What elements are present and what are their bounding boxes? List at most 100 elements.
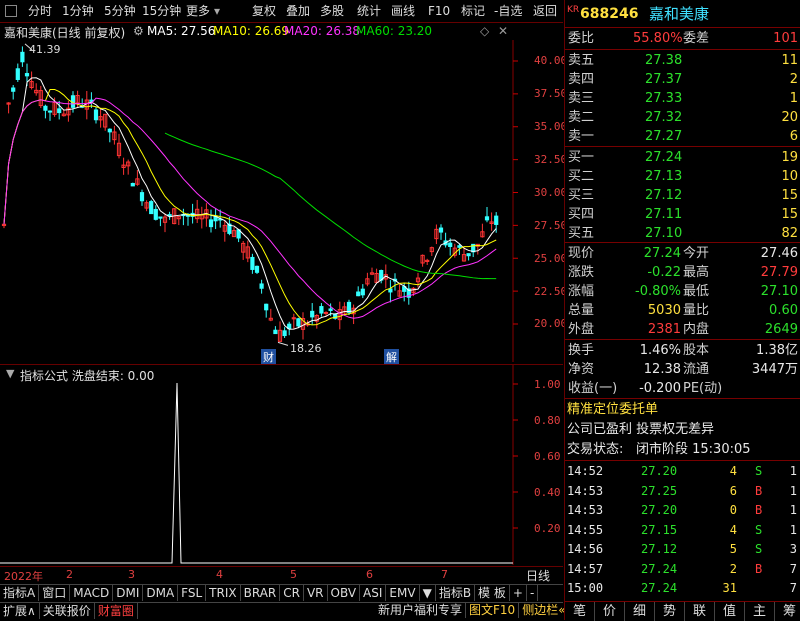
notice-precise-order[interactable]: 精准定位委托单 <box>567 400 658 419</box>
price-tick: 27.50 <box>534 219 568 232</box>
tab-cr[interactable]: CR <box>280 585 304 601</box>
stat-label: 今开 <box>683 246 710 261</box>
tab-expand[interactable]: 扩展∧ <box>0 603 40 619</box>
tab-more-icon[interactable]: ▼ <box>420 585 436 601</box>
square-icon[interactable] <box>5 5 17 17</box>
bid-row[interactable]: 买五 27.10 82 <box>565 224 800 243</box>
bid-row[interactable]: 买四 27.11 15 <box>565 205 800 224</box>
bid-volume: 10 <box>781 169 798 184</box>
tab-brar[interactable]: BRAR <box>241 585 281 601</box>
bid-row[interactable]: 买三 27.12 15 <box>565 186 800 205</box>
trade-price: 27.20 <box>641 503 678 517</box>
ask-row[interactable]: 卖一 27.27 6 <box>565 127 800 146</box>
ask-price: 27.27 <box>645 129 683 144</box>
tab-window[interactable]: 窗口 <box>39 585 71 601</box>
tab-obv[interactable]: OBV <box>328 585 361 601</box>
tab-value[interactable]: 值 <box>715 602 745 621</box>
tab-fsl[interactable]: FSL <box>178 585 207 601</box>
tab-detail[interactable]: 细 <box>625 602 655 621</box>
tab-ticks[interactable]: 笔 <box>565 602 595 621</box>
candle-body <box>254 265 260 273</box>
tab-price[interactable]: 价 <box>595 602 625 621</box>
settings-icon[interactable]: ⚙ <box>133 24 144 38</box>
toolbar-intraday[interactable]: 分时 <box>28 3 52 19</box>
fundamental-label: 净资 <box>568 362 595 377</box>
tab-main[interactable]: 主 <box>745 602 775 621</box>
ask-label: 卖五 <box>568 53 595 68</box>
stat-label: 现价 <box>568 246 595 261</box>
toolbar-watchlist[interactable]: -自选 <box>494 3 522 19</box>
close-icon[interactable]: ✕ <box>498 24 508 38</box>
candle-body <box>153 208 158 220</box>
tab-linked[interactable]: 联 <box>685 602 715 621</box>
indicator-chart[interactable] <box>0 365 563 565</box>
chevron-down-icon[interactable]: ▾ <box>214 3 220 19</box>
tab-related-quotes[interactable]: 关联报价 <box>40 603 95 619</box>
event-financial[interactable]: 财 <box>261 349 276 365</box>
trade-count: 7 <box>789 561 797 576</box>
notice-company-profit: 公司已盈利 投票权无差异 <box>567 422 715 437</box>
stock-name[interactable]: 嘉和美康 <box>649 3 709 25</box>
candle-body <box>323 312 329 315</box>
tab-indicator-a[interactable]: 指标A <box>0 585 40 601</box>
candle-body <box>360 288 365 296</box>
fundamental-value: -0.200 <box>639 381 681 396</box>
price-tick: 20.00 <box>534 317 568 330</box>
ask-row[interactable]: 卖四 27.37 2 <box>565 70 800 89</box>
candle-body <box>466 253 471 257</box>
ask-row[interactable]: 卖三 27.33 1 <box>565 89 800 108</box>
tab-indicator-b[interactable]: 指标B <box>436 585 476 601</box>
period-label[interactable]: 日线 <box>526 567 550 584</box>
ask-label: 卖三 <box>568 91 595 106</box>
bid-row[interactable]: 买二 27.13 10 <box>565 167 800 186</box>
tab-wealth-circle[interactable]: 财富圈 <box>95 603 138 619</box>
stat-row: 涨跌 -0.22 最高 27.79 <box>565 263 800 282</box>
price-chart[interactable] <box>0 40 563 362</box>
tab-chips[interactable]: 筹 <box>775 602 800 621</box>
high-annotation: 41.39 <box>29 43 61 56</box>
candle-body <box>93 109 99 121</box>
tab-dma[interactable]: DMA <box>143 585 179 601</box>
candle-body <box>264 303 269 311</box>
toolbar-mark[interactable]: 标记 <box>461 3 485 19</box>
tab-new-user-benefit[interactable]: 新用户福利专享 <box>375 602 467 618</box>
zoom-out-button[interactable]: - <box>527 585 539 601</box>
toolbar-15min[interactable]: 15分钟 <box>142 3 181 19</box>
toolbar-adjust[interactable]: 复权 <box>252 3 276 19</box>
ask-row[interactable]: 卖二 27.32 20 <box>565 108 800 127</box>
tab-dmi[interactable]: DMI <box>113 585 144 601</box>
candle-body <box>282 330 287 337</box>
fundamental-row: 净资 12.38 流通 3447万 <box>565 360 800 379</box>
bid-row[interactable]: 买一 27.24 19 <box>565 148 800 167</box>
diamond-icon[interactable]: ◇ <box>480 24 489 38</box>
tab-template[interactable]: 模 板 <box>475 585 510 601</box>
toolbar-back[interactable]: 返回 <box>533 3 557 19</box>
zoom-in-button[interactable]: + <box>510 585 527 601</box>
stat-label: 最高 <box>683 265 710 280</box>
stat-row: 涨幅 -0.80% 最低 27.10 <box>565 282 800 301</box>
toolbar-overlay[interactable]: 叠加 <box>286 3 310 19</box>
tab-emv[interactable]: EMV <box>386 585 420 601</box>
toolbar-f10[interactable]: F10 <box>428 3 450 19</box>
toolbar-1min[interactable]: 1分钟 <box>62 3 94 19</box>
tab-f10-graphic[interactable]: 图文F10 <box>466 602 520 618</box>
time-label: 2 <box>66 568 73 581</box>
candle-body <box>20 51 25 63</box>
toolbar-multi[interactable]: 多股 <box>320 3 344 19</box>
tab-trix[interactable]: TRIX <box>206 585 241 601</box>
toolbar-draw[interactable]: 画线 <box>391 3 415 19</box>
toolbar-stats[interactable]: 统计 <box>357 3 381 19</box>
event-unlock[interactable]: 解 <box>384 349 399 365</box>
ask-volume: 11 <box>781 53 798 68</box>
candle-body <box>130 182 135 187</box>
ask-price: 27.37 <box>645 72 683 87</box>
fundamental-label: 换手 <box>568 343 595 358</box>
tab-vr[interactable]: VR <box>304 585 328 601</box>
toolbar-5min[interactable]: 5分钟 <box>104 3 136 19</box>
tab-macd[interactable]: MACD <box>70 585 114 601</box>
toolbar-more[interactable]: 更多 <box>186 3 210 19</box>
tab-sidebar[interactable]: 侧边栏« <box>519 602 568 618</box>
ask-row[interactable]: 卖五 27.38 11 <box>565 51 800 70</box>
tab-trend[interactable]: 势 <box>655 602 685 621</box>
tab-asi[interactable]: ASI <box>360 585 387 601</box>
